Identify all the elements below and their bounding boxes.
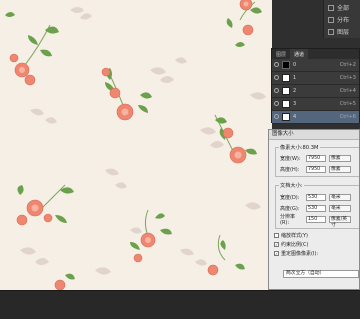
channel-name: 3 bbox=[293, 101, 297, 107]
channel-thumbnail bbox=[282, 87, 290, 95]
image-size-dialog: 图像大小 像素大小:80.3M 宽度(W): 7950 像素 高度(H): 79… bbox=[268, 129, 360, 290]
floral-pattern bbox=[5, 0, 266, 290]
channels-panel: 图层 通道 0 Ctrl+2 1 Ctrl+3 2 Ctrl+4 3 Ctrl+… bbox=[271, 48, 360, 124]
doc-width-input[interactable]: 530 bbox=[306, 193, 326, 201]
dialog-title: 图像大小 bbox=[269, 130, 359, 140]
pixel-width-label: 宽度(W): bbox=[280, 155, 301, 162]
resolution-input[interactable]: 150 bbox=[306, 215, 326, 223]
resample-image-checkbox[interactable]: ✓ 重定图像像素(I): bbox=[274, 250, 318, 257]
doc-height-unit-select[interactable]: 毫米 bbox=[329, 204, 351, 212]
pixel-width-row: 宽度(W): 7950 像素 bbox=[280, 154, 351, 162]
document-canvas[interactable] bbox=[0, 0, 272, 290]
scale-styles-checkbox[interactable]: 缩放样式(Y) bbox=[274, 232, 308, 239]
toolbar-item-label: 图层 bbox=[337, 29, 350, 36]
pixel-dimensions-group: 像素大小:80.3M 宽度(W): 7950 像素 高度(H): 7950 像素 bbox=[275, 144, 359, 177]
checkbox-box[interactable] bbox=[274, 233, 279, 238]
pixel-width-unit-select[interactable]: 像素 bbox=[329, 154, 351, 162]
tab-channels[interactable]: 通道 bbox=[290, 49, 309, 59]
distribute-icon bbox=[328, 16, 334, 23]
channel-shortcut: Ctrl+5 bbox=[339, 101, 356, 107]
channel-row[interactable]: 2 Ctrl+4 bbox=[272, 85, 359, 98]
pixel-height-row: 高度(H): 7950 像素 bbox=[280, 165, 351, 173]
doc-width-row: 宽度(D): 530 毫米 bbox=[280, 193, 351, 201]
doc-width-unit-select[interactable]: 毫米 bbox=[329, 193, 351, 201]
channel-name: 4 bbox=[293, 114, 297, 120]
visibility-eye-icon[interactable] bbox=[274, 101, 279, 106]
toolbar-item-label: 全部 bbox=[337, 5, 350, 12]
doc-height-row: 高度(G): 530 毫米 bbox=[280, 204, 351, 212]
align-icon bbox=[328, 4, 334, 11]
resolution-unit-select[interactable]: 像素/英寸 bbox=[329, 215, 351, 228]
pixel-height-unit-select[interactable]: 像素 bbox=[329, 165, 351, 173]
options-panel: 全部 分布 图层 bbox=[323, 0, 360, 38]
channel-name: 1 bbox=[293, 75, 297, 81]
channel-row-selected[interactable]: 4 Ctrl+6 bbox=[272, 111, 359, 124]
channel-thumbnail bbox=[282, 100, 290, 108]
toolbar-item-distribute[interactable]: 分布 bbox=[328, 14, 349, 25]
panel-tabs: 图层 通道 bbox=[272, 49, 359, 59]
channel-thumbnail bbox=[282, 74, 290, 82]
pixel-dimensions-legend: 像素大小:80.3M bbox=[279, 144, 320, 151]
resolution-label: 分辨率(R): bbox=[280, 213, 296, 226]
scale-styles-label: 缩放样式(Y) bbox=[281, 233, 308, 239]
channel-row[interactable]: 1 Ctrl+3 bbox=[272, 72, 359, 85]
channel-thumbnail bbox=[282, 61, 290, 69]
resolution-row: 分辨率(R): 150 像素/英寸 bbox=[280, 213, 351, 228]
visibility-eye-icon[interactable] bbox=[274, 88, 279, 93]
ghost-leaves bbox=[20, 7, 266, 275]
channel-shortcut: Ctrl+6 bbox=[339, 114, 356, 120]
doc-height-input[interactable]: 530 bbox=[306, 204, 326, 212]
constrain-proportions-label: 约束比例(C) bbox=[281, 242, 309, 248]
pixel-height-label: 高度(H): bbox=[280, 166, 300, 173]
channel-row[interactable]: 0 Ctrl+2 bbox=[272, 59, 359, 72]
channel-name: 2 bbox=[293, 88, 297, 94]
toolbar-item-layers[interactable]: 图层 bbox=[328, 26, 349, 37]
visibility-eye-icon[interactable] bbox=[274, 75, 279, 80]
toolbar-item-label: 分布 bbox=[337, 17, 350, 24]
channel-row[interactable]: 3 Ctrl+5 bbox=[272, 98, 359, 111]
resample-method-select[interactable]: 两次立方（自动） bbox=[283, 270, 359, 278]
channel-shortcut: Ctrl+3 bbox=[339, 75, 356, 81]
channel-thumbnail bbox=[282, 113, 290, 121]
document-size-legend: 文档大小: bbox=[279, 182, 304, 189]
visibility-eye-icon[interactable] bbox=[274, 114, 279, 119]
status-bar bbox=[0, 290, 360, 319]
divider bbox=[0, 290, 360, 291]
channel-shortcut: Ctrl+2 bbox=[339, 62, 356, 68]
constrain-proportions-checkbox[interactable]: ✓ 约束比例(C) bbox=[274, 241, 308, 248]
toolbar-item-all[interactable]: 全部 bbox=[328, 2, 349, 13]
pixel-height-input[interactable]: 7950 bbox=[306, 165, 326, 173]
channel-shortcut: Ctrl+4 bbox=[339, 88, 356, 94]
tab-layers[interactable]: 图层 bbox=[272, 49, 290, 59]
checkbox-box-checked[interactable]: ✓ bbox=[274, 242, 279, 247]
channel-name: 0 bbox=[293, 62, 297, 68]
doc-width-label: 宽度(D): bbox=[280, 194, 300, 201]
visibility-eye-icon[interactable] bbox=[274, 62, 279, 67]
checkbox-box-checked[interactable]: ✓ bbox=[274, 251, 279, 256]
document-size-group: 文档大小: 宽度(D): 530 毫米 高度(G): 530 毫米 分辨率(R)… bbox=[275, 182, 359, 229]
pixel-width-input[interactable]: 7950 bbox=[306, 154, 326, 162]
doc-height-label: 高度(G): bbox=[280, 205, 300, 212]
resample-image-label: 重定图像像素(I): bbox=[281, 251, 319, 257]
layers-icon bbox=[328, 28, 334, 35]
